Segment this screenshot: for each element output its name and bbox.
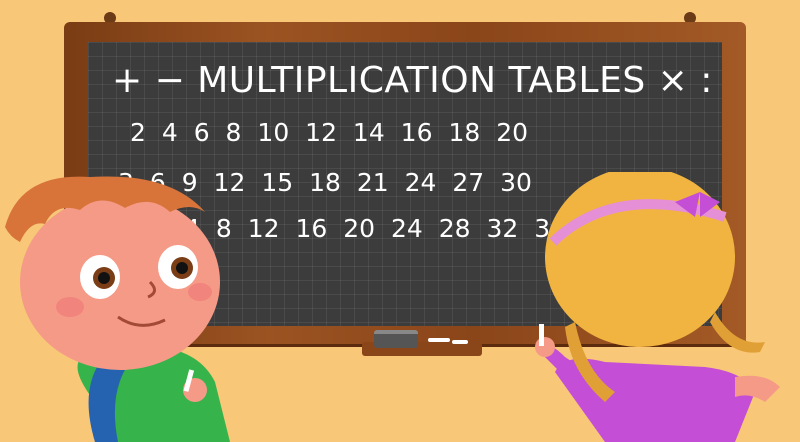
boy-character <box>5 176 230 442</box>
chalk-piece <box>452 340 468 344</box>
board-title: + − MULTIPLICATION TABLES × : <box>112 60 713 101</box>
girl-character <box>535 172 780 442</box>
classroom-scene: + − MULTIPLICATION TABLES × : 2 4 6 8 10… <box>0 0 800 442</box>
girl-hand <box>535 337 555 357</box>
girl-braid <box>710 312 765 353</box>
boy-ear <box>24 250 56 290</box>
girl-chalk <box>539 324 544 346</box>
chalk-piece <box>428 338 450 342</box>
board-eraser <box>374 330 418 348</box>
